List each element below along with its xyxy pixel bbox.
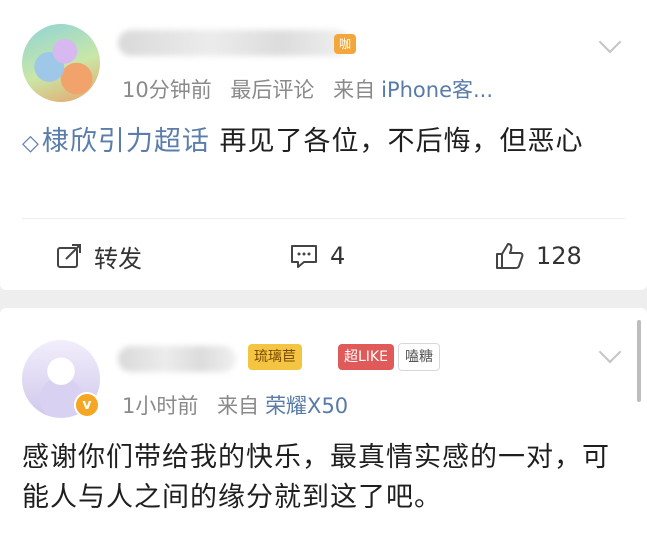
username-blurred[interactable] (118, 346, 236, 372)
post-body: 再见了各位，不后悔，但恶心 (209, 126, 584, 157)
post-source[interactable]: 荣耀X50 (265, 394, 348, 418)
post-text: 感谢你们带给我的快乐，最真情实感的一对，可能人与人之间的缘分就到这了吧。 (22, 442, 610, 513)
post-meta: 10分钟前 最后评论 来自 iPhone客... (122, 74, 493, 104)
username-blurred[interactable] (118, 30, 350, 56)
like-button[interactable]: 128 (494, 236, 582, 276)
post-text: ◇棣欣引力超话 再见了各位，不后悔，但恶心 (22, 122, 622, 164)
topic-diamond-icon: ◇ (22, 131, 40, 156)
topic-link[interactable]: 棣欣引力超话 (42, 126, 210, 157)
divider (22, 218, 625, 219)
post-time: 10分钟前 (122, 78, 212, 102)
post-card[interactable]: 咖 10分钟前 最后评论 来自 iPhone客... ◇棣欣引力超话 再见了各位，… (0, 0, 647, 290)
post-source[interactable]: iPhone客... (381, 78, 493, 102)
comment-icon (291, 245, 317, 268)
candy-badge[interactable]: 嗑糖 (398, 343, 440, 371)
repost-icon (57, 244, 81, 268)
post-meta: 1小时前 来自 荣耀X50 (122, 390, 348, 420)
scrollbar[interactable] (637, 320, 641, 402)
source-prefix: 来自 (217, 394, 260, 418)
super-like-badge[interactable]: 超LIKE (338, 344, 394, 370)
post-time: 1小时前 (122, 394, 199, 418)
repost-label: 转发 (94, 244, 142, 273)
comment-button[interactable]: 4 (290, 236, 345, 276)
like-count: 128 (536, 242, 582, 270)
post-tag: 最后评论 (230, 78, 315, 102)
like-icon (496, 243, 524, 269)
chevron-down-icon[interactable] (598, 30, 622, 54)
user-badge: 咖 (334, 34, 356, 54)
repost-button[interactable]: 转发 (56, 236, 142, 276)
avatar[interactable] (22, 24, 100, 102)
source-prefix: 来自 (333, 78, 376, 102)
fan-badge[interactable]: 琉璃苣 (248, 344, 302, 370)
post-card[interactable] (0, 308, 647, 557)
comment-count: 4 (330, 242, 346, 270)
verified-badge: v (74, 392, 100, 418)
